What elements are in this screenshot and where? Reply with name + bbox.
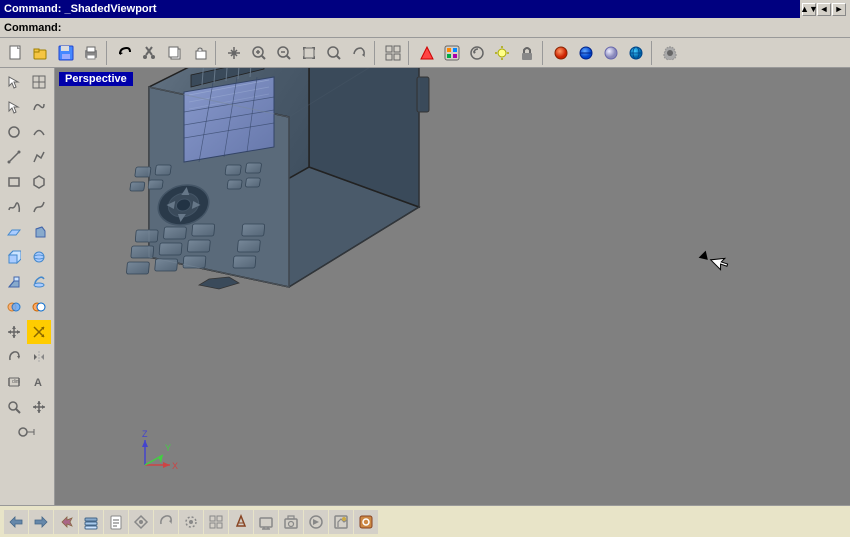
- bt-render2-btn[interactable]: [304, 510, 328, 534]
- curve-btn[interactable]: [27, 95, 51, 119]
- mirror-btn[interactable]: [27, 345, 51, 369]
- toolbar-sep-5: [542, 41, 546, 65]
- select-all-btn[interactable]: [27, 70, 51, 94]
- bt-properties-btn[interactable]: [104, 510, 128, 534]
- bt-back-btn[interactable]: [4, 510, 28, 534]
- pan-btn[interactable]: [222, 41, 246, 65]
- bt-select-btn[interactable]: [54, 510, 78, 534]
- bt-grid2-btn[interactable]: [204, 510, 228, 534]
- svg-text:A: A: [34, 377, 42, 389]
- scale-btn[interactable]: [27, 320, 51, 344]
- command-label: Command:: [4, 22, 61, 34]
- title-bar: Command: _ShadedViewport ▲▼ ◄ ►: [0, 0, 850, 18]
- rotate-left-btn[interactable]: [465, 41, 489, 65]
- scroll-right-btn[interactable]: ►: [832, 3, 846, 16]
- material-sphere-btn[interactable]: [599, 41, 623, 65]
- svg-text:Y: Y: [165, 443, 171, 453]
- axis-indicator: Z X Y: [125, 425, 185, 475]
- main-toolbar: [0, 38, 850, 68]
- pan2-btn[interactable]: [27, 395, 51, 419]
- freeform-btn[interactable]: [2, 195, 26, 219]
- arc-btn[interactable]: [27, 120, 51, 144]
- boolean-union-btn[interactable]: [2, 295, 26, 319]
- toolbar-sep-6: [651, 41, 655, 65]
- bt-rotate-btn[interactable]: [154, 510, 178, 534]
- line-btn[interactable]: [2, 145, 26, 169]
- dim-btn[interactable]: dim: [2, 370, 26, 394]
- extrude-btn[interactable]: [2, 270, 26, 294]
- box-btn[interactable]: [2, 245, 26, 269]
- zoom-window-btn[interactable]: [247, 41, 271, 65]
- hemisphere-btn[interactable]: [574, 41, 598, 65]
- move-btn[interactable]: [2, 320, 26, 344]
- perspective-label: Perspective: [59, 72, 133, 86]
- toolbar-sep-3: [374, 41, 378, 65]
- zoom-extents-btn[interactable]: [297, 41, 321, 65]
- rectangle-btn[interactable]: [2, 170, 26, 194]
- settings-btn[interactable]: [658, 41, 682, 65]
- bt-snap-btn[interactable]: [179, 510, 203, 534]
- print-btn[interactable]: [79, 41, 103, 65]
- viewport-grid-btn[interactable]: [381, 41, 405, 65]
- boolean-diff-btn[interactable]: [27, 295, 51, 319]
- toolbar-sep-1: [106, 41, 110, 65]
- zoom2-btn[interactable]: [2, 395, 26, 419]
- scroll-left-btn[interactable]: ◄: [817, 3, 831, 16]
- zoom-selected-btn[interactable]: [322, 41, 346, 65]
- command-bar: Command:: [0, 18, 850, 38]
- sphere-btn[interactable]: [549, 41, 573, 65]
- bt-settings2-btn[interactable]: [354, 510, 378, 534]
- text-btn[interactable]: A: [27, 370, 51, 394]
- scroll-updown-btn[interactable]: ▲▼: [802, 3, 816, 16]
- bt-display-btn[interactable]: [254, 510, 278, 534]
- select-btn[interactable]: [2, 70, 26, 94]
- osnap-btn[interactable]: [2, 420, 52, 444]
- revolve-btn[interactable]: [27, 270, 51, 294]
- bt-camera-btn[interactable]: [279, 510, 303, 534]
- undo-btn[interactable]: [113, 41, 137, 65]
- bt-object-btn[interactable]: [129, 510, 153, 534]
- viewport[interactable]: Perspective: [55, 68, 850, 505]
- surface-btn[interactable]: [2, 220, 26, 244]
- open-btn[interactable]: [29, 41, 53, 65]
- render-btn[interactable]: [415, 41, 439, 65]
- bt-dim2-btn[interactable]: [229, 510, 253, 534]
- save-btn[interactable]: [54, 41, 78, 65]
- light-btn[interactable]: [490, 41, 514, 65]
- globe-btn[interactable]: [624, 41, 648, 65]
- bt-layer-btn[interactable]: [79, 510, 103, 534]
- rotate-view-btn[interactable]: [347, 41, 371, 65]
- spline-btn[interactable]: [27, 195, 51, 219]
- lock-btn[interactable]: [515, 41, 539, 65]
- circle-btn[interactable]: [2, 120, 26, 144]
- left-toolbar: dim A: [0, 68, 55, 505]
- bottom-toolbar: [0, 505, 850, 537]
- zoom-out-btn[interactable]: [272, 41, 296, 65]
- polygon-btn[interactable]: [27, 170, 51, 194]
- scrollbar-area[interactable]: ▲▼ ◄ ►: [800, 0, 850, 18]
- title-text: Command: _ShadedViewport: [4, 3, 157, 15]
- solid-btn[interactable]: [27, 220, 51, 244]
- new-btn[interactable]: [4, 41, 28, 65]
- phone-3d-model: [109, 68, 529, 327]
- content-area: dim A Perspective: [0, 68, 850, 505]
- svg-text:X: X: [172, 461, 178, 471]
- command-input[interactable]: [65, 22, 846, 34]
- rotate-btn[interactable]: [2, 345, 26, 369]
- cut-btn[interactable]: [138, 41, 162, 65]
- copy-btn[interactable]: [163, 41, 187, 65]
- svg-text:dim: dim: [12, 379, 20, 385]
- svg-text:Z: Z: [142, 429, 148, 439]
- point-btn[interactable]: [2, 95, 26, 119]
- bt-render3-btn[interactable]: [329, 510, 353, 534]
- sphere2-btn[interactable]: [27, 245, 51, 269]
- toolbar-sep-2: [215, 41, 219, 65]
- mouse-cursor: [699, 251, 712, 264]
- bt-forward-btn[interactable]: [29, 510, 53, 534]
- material-btn[interactable]: [440, 41, 464, 65]
- toolbar-sep-4: [408, 41, 412, 65]
- paste-btn[interactable]: [188, 41, 212, 65]
- polyline-btn[interactable]: [27, 145, 51, 169]
